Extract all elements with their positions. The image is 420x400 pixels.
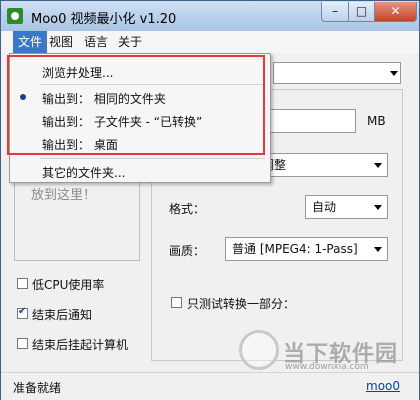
menu-bar: 文件 视图 语言 关于 [1, 31, 419, 53]
size-unit: MB [367, 114, 386, 128]
menu-view[interactable]: 视图 [44, 31, 78, 53]
suspend-after-checkbox[interactable] [17, 338, 28, 349]
notify-finish-label: 结束后通知 [32, 308, 93, 322]
moo0-link[interactable]: moo0 [366, 379, 400, 393]
format-value: 自动 [312, 200, 337, 214]
format-select[interactable]: 自动 [305, 195, 388, 219]
quality-label: 画质： [169, 244, 206, 258]
status-bar: 准备就绪 moo0 [1, 372, 419, 400]
close-button[interactable]: ✕ [374, 2, 417, 22]
low-cpu-checkbox[interactable] [17, 278, 28, 289]
maximize-button[interactable]: □ [348, 2, 375, 22]
drop-zone-text: 放到这里！ [31, 188, 97, 203]
watermark-url: www.downxia.com [285, 362, 369, 372]
chevron-down-icon [374, 163, 382, 168]
format-label: 格式： [169, 202, 206, 216]
watermark-logo-icon [239, 330, 279, 370]
menu-language[interactable]: 语言 [79, 31, 113, 53]
menu-item-other-folder[interactable]: 其它的文件夹... [42, 164, 125, 181]
chevron-down-icon [374, 205, 382, 210]
quality-value: 普通 [MPEG4: 1-Pass] [232, 242, 358, 256]
quality-select[interactable]: 普通 [MPEG4: 1-Pass] [225, 237, 388, 261]
menu-file[interactable]: 文件 [13, 31, 48, 53]
notify-finish-checkbox[interactable] [17, 306, 28, 319]
status-text: 准备就绪 [13, 381, 62, 395]
app-window: Moo0 视频最小化 v1.20 – □ ✕ 文件 视图 语言 关于 0 MB … [0, 0, 420, 400]
adjust-select[interactable]: 调整 [256, 153, 388, 177]
chevron-down-icon [390, 71, 398, 76]
highlight-annotation [7, 55, 265, 155]
window-title: Moo0 视频最小化 v1.20 [31, 12, 177, 27]
menu-about[interactable]: 关于 [113, 31, 147, 53]
size-input[interactable]: 0 [256, 109, 356, 133]
target-size-select[interactable] [273, 62, 401, 84]
suspend-after-label: 结束后挂起计算机 [32, 338, 129, 352]
test-partial-checkbox[interactable] [171, 297, 182, 308]
test-partial-label: 只测试转换一部分： [187, 297, 296, 311]
title-bar[interactable]: Moo0 视频最小化 v1.20 – □ ✕ [1, 1, 419, 32]
menu-separator [40, 158, 265, 159]
minimize-button[interactable]: – [321, 2, 349, 22]
app-icon [7, 8, 23, 24]
chevron-down-icon [374, 247, 382, 252]
low-cpu-label: 低CPU使用率 [32, 278, 105, 292]
